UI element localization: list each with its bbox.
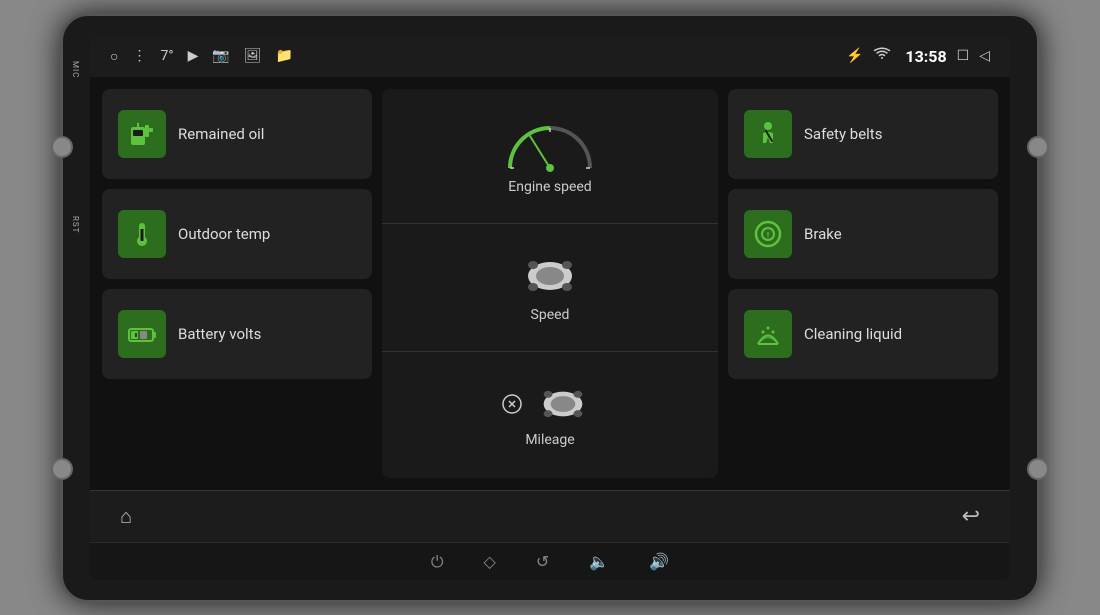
center-column: Engine speed: [382, 89, 718, 478]
mount-hole-bl: [51, 458, 73, 480]
speed-label: Speed: [531, 307, 570, 323]
brake-card[interactable]: ! Brake: [728, 189, 998, 279]
home-button[interactable]: ◇: [484, 552, 496, 571]
navigation-bar: ⌂ ↩: [90, 490, 1010, 542]
volume-down-button[interactable]: 🔈: [589, 552, 609, 571]
power-button[interactable]: ⏻: [431, 552, 444, 572]
mic-label: MIC: [71, 61, 80, 78]
cleaning-liquid-label: Cleaning liquid: [804, 325, 902, 343]
camera-icon[interactable]: 📷: [212, 48, 229, 64]
car-mileage-icon: [528, 382, 598, 426]
brake-icon-bg: !: [744, 210, 792, 258]
menu-icon[interactable]: ⋮: [132, 48, 146, 64]
outdoor-temp-label: Outdoor temp: [178, 225, 270, 243]
remained-oil-card[interactable]: Remained oil: [102, 89, 372, 179]
battery-icon: [127, 319, 157, 349]
window-icon[interactable]: ☐: [957, 48, 970, 64]
svg-text:!: !: [767, 231, 769, 240]
main-content: Remained oil Outdoor temp: [90, 77, 1010, 490]
right-column: Safety belts ! Brake: [728, 89, 998, 478]
car-top-icon: [510, 251, 590, 301]
status-right: ⚡ 13:58 ☐ ◁: [846, 47, 990, 66]
volume-up-button[interactable]: 🔊: [649, 552, 669, 571]
clock-display: 13:58: [905, 47, 946, 66]
nav-home-button[interactable]: ⌂: [120, 504, 132, 529]
outdoor-temp-card[interactable]: Outdoor temp: [102, 189, 372, 279]
remained-oil-label: Remained oil: [178, 125, 264, 143]
youtube-icon[interactable]: ▶: [188, 48, 199, 64]
battery-volts-card[interactable]: Battery volts: [102, 289, 372, 379]
photo-icon[interactable]: 🖼: [244, 48, 262, 64]
back-triangle-icon[interactable]: ◁: [979, 48, 990, 64]
status-bar: ○ ⋮ 7° ▶ 📷 🖼 📁 ⚡: [90, 35, 1010, 77]
temperature-display: 7°: [160, 48, 173, 64]
wifi-icon: [873, 47, 891, 65]
warning-circle-icon: [502, 394, 522, 414]
mount-hole-tr: [1027, 136, 1049, 158]
mount-hole-tl: [51, 136, 73, 158]
left-column: Remained oil Outdoor temp: [102, 89, 372, 478]
status-left: ○ ⋮ 7° ▶ 📷 🖼 📁: [110, 48, 293, 65]
mileage-label: Mileage: [525, 432, 574, 448]
engine-speed-panel[interactable]: Engine speed: [382, 89, 718, 224]
device-outer: MIC RST ○ ⋮ 7° ▶ 📷 🖼 📁: [60, 13, 1040, 603]
nav-back-button[interactable]: ↩: [962, 504, 980, 529]
screen: ○ ⋮ 7° ▶ 📷 🖼 📁 ⚡: [90, 35, 1010, 580]
speedometer-svg: [500, 118, 600, 173]
outdoor-temp-icon-bg: [118, 210, 166, 258]
safety-belts-label: Safety belts: [804, 125, 882, 143]
safety-belts-card[interactable]: Safety belts: [728, 89, 998, 179]
battery-volts-icon-bg: [118, 310, 166, 358]
rst-label: RST: [71, 216, 80, 233]
home-circle-icon[interactable]: ○: [110, 48, 118, 65]
wiper-icon: [753, 319, 783, 349]
remained-oil-icon-bg: [118, 110, 166, 158]
back-button[interactable]: ↺: [536, 552, 549, 571]
cleaning-liquid-icon-bg: [744, 310, 792, 358]
mileage-panel[interactable]: Mileage: [382, 352, 718, 478]
thermometer-icon: [127, 219, 157, 249]
mount-hole-br: [1027, 458, 1049, 480]
engine-speed-label: Engine speed: [508, 179, 591, 195]
folder-icon[interactable]: 📁: [276, 48, 293, 64]
safety-belts-icon-bg: [744, 110, 792, 158]
brake-label: Brake: [804, 225, 842, 243]
brake-icon: !: [753, 219, 783, 249]
battery-volts-label: Battery volts: [178, 325, 261, 343]
bluetooth-icon: ⚡: [846, 48, 863, 64]
fuel-icon: [127, 119, 157, 149]
system-bar: ⏻ ◇ ↺ 🔈 🔊: [90, 542, 1010, 580]
cleaning-liquid-card[interactable]: Cleaning liquid: [728, 289, 998, 379]
speed-panel[interactable]: Speed: [382, 224, 718, 351]
seatbelt-icon: [753, 119, 783, 149]
